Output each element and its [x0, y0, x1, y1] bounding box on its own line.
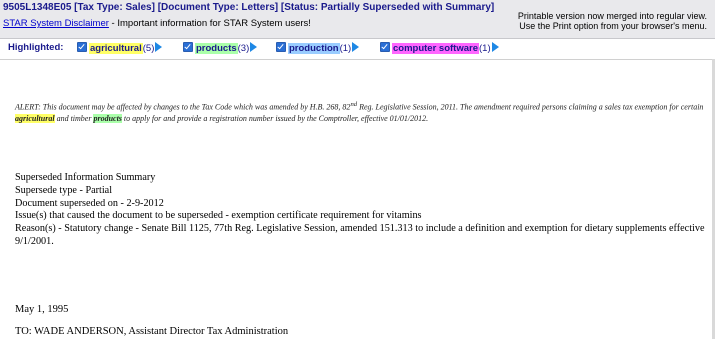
printable-notice-line-1: Printable version now merged into regula…	[517, 11, 707, 21]
highlighted-keyword: products	[93, 114, 122, 124]
highlight-term-production: production(1)	[276, 42, 360, 56]
letter-date: May 1, 1995	[15, 304, 69, 315]
highlight-term-count: (3)	[237, 43, 250, 54]
superseded-date: Document superseded on - 2-9-2012	[15, 197, 164, 209]
supersede-issue: Issue(s) that caused the document to be …	[15, 210, 422, 222]
alert-text: to apply for and provide a registration …	[121, 114, 429, 124]
superseded-summary: Superseded Information Summary Supersede…	[15, 172, 705, 249]
supersede-type: Supersede type - Partial	[15, 184, 113, 196]
highlight-checkbox-computer-software[interactable]	[380, 42, 390, 52]
supersede-reason: Reason(s) - Statutory change - Senate Bi…	[15, 223, 705, 247]
highlight-term-agricultural: agricultural(5)	[77, 42, 163, 56]
highlighted-keyword: agricultural	[15, 114, 55, 124]
disclaimer-line: STAR System Disclaimer - Important infor…	[3, 18, 311, 29]
alert-text: and timber	[54, 114, 94, 124]
highlight-term-count: (1)	[479, 43, 491, 54]
next-arrow-icon[interactable]	[250, 42, 258, 52]
letter-recipient: TO: WADE ANDERSON, Assistant Director Ta…	[15, 326, 289, 337]
summary-heading: Superseded Information Summary	[15, 172, 156, 183]
star-disclaimer-link[interactable]: STAR System Disclaimer	[3, 18, 109, 29]
printable-notice: Printable version now merged into regula…	[487, 11, 707, 31]
highlight-term-word[interactable]: products	[195, 43, 238, 54]
printable-notice-line-2: Use the Print option from your browser's…	[519, 21, 707, 31]
highlight-checkbox-production[interactable]	[276, 42, 286, 52]
disclaimer-text: - Important information for STAR System …	[108, 18, 311, 29]
highlight-checkbox-products[interactable]	[183, 42, 193, 52]
highlight-term-word[interactable]: agricultural	[89, 43, 143, 54]
document-header: 9505L1348E05 [Tax Type: Sales] [Document…	[0, 0, 715, 39]
highlight-checkbox-agricultural[interactable]	[77, 42, 87, 52]
highlight-term-word[interactable]: production	[288, 43, 340, 54]
document-title: 9505L1348E05 [Tax Type: Sales] [Document…	[3, 2, 495, 13]
highlight-term-products: products(3)	[183, 42, 258, 56]
next-arrow-icon[interactable]	[155, 42, 163, 52]
highlighted-label: Highlighted:	[8, 42, 64, 53]
highlight-term-count: (5)	[142, 43, 155, 54]
tax-code-alert: ALERT: This document may be affected by …	[15, 99, 705, 125]
highlight-bar: Highlighted: agricultural(5) products(3)…	[0, 39, 715, 60]
highlight-term-word[interactable]: computer software	[392, 43, 479, 54]
highlight-term-count: (1)	[339, 43, 352, 54]
alert-text: ALERT: This document may be affected by …	[15, 102, 351, 112]
highlight-term-computer-software: computer software(1)	[380, 42, 499, 56]
next-arrow-icon[interactable]	[352, 42, 360, 52]
alert-text: Reg. Legislative Session, 2011. The amen…	[357, 102, 704, 112]
next-arrow-icon[interactable]	[491, 42, 499, 52]
